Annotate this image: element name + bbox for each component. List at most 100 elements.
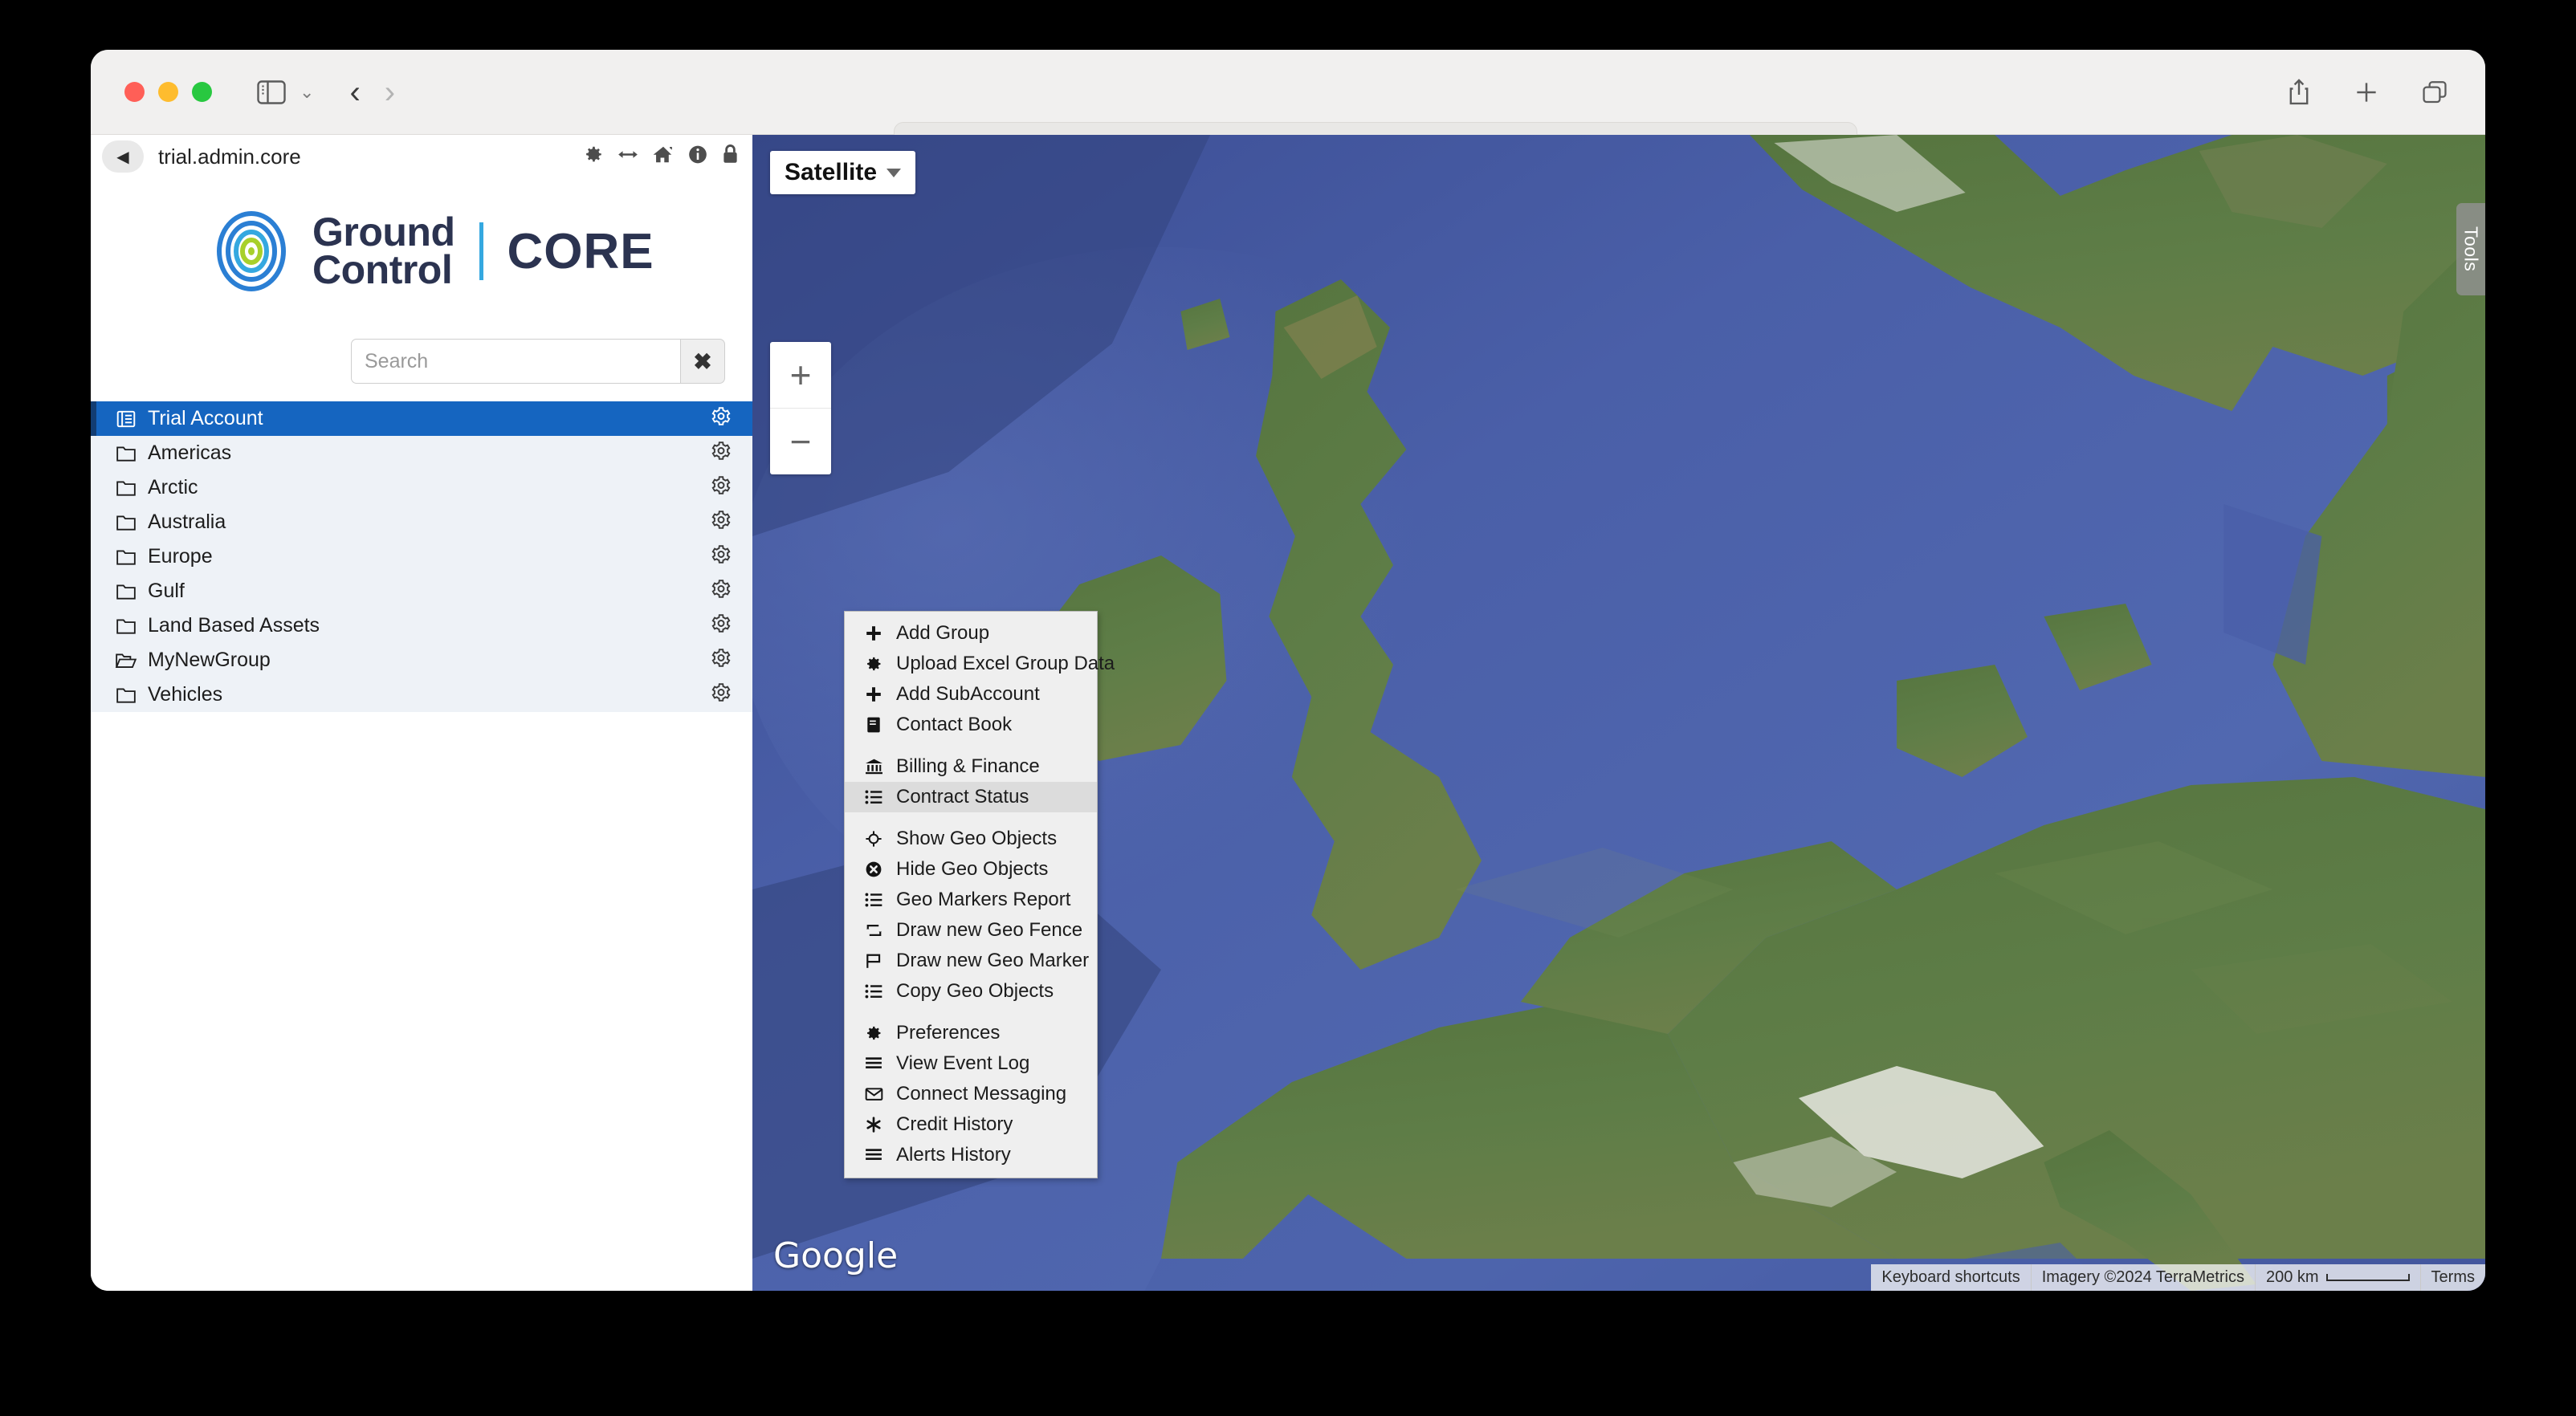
menu-item-label: Add SubAccount xyxy=(896,683,1040,705)
menu-item-label: Draw new Geo Fence xyxy=(896,919,1083,941)
menu-item-add-subaccount[interactable]: Add SubAccount xyxy=(845,679,1097,710)
gear-icon[interactable] xyxy=(711,440,732,466)
gear-icon xyxy=(859,655,888,673)
sidebar-header: ◀ trial.admin.core xyxy=(91,135,752,178)
menu-item-view-event-log[interactable]: View Event Log xyxy=(845,1048,1097,1079)
list-icon xyxy=(859,892,888,908)
page-title: trial.admin.core xyxy=(158,144,301,169)
share-icon[interactable] xyxy=(2286,78,2312,107)
menu-item-label: Alerts History xyxy=(896,1144,1011,1166)
gear-icon[interactable] xyxy=(711,578,732,604)
menu-item-label: Hide Geo Objects xyxy=(896,858,1049,880)
plus-icon xyxy=(859,625,888,642)
book-icon xyxy=(859,716,888,734)
tree-row-label: MyNewGroup xyxy=(148,649,271,671)
folder-icon xyxy=(113,444,139,463)
terms-link[interactable]: Terms xyxy=(2419,1264,2485,1291)
retweet-icon xyxy=(859,922,888,939)
gear-icon[interactable] xyxy=(711,509,732,535)
logo-brand-line1: Ground xyxy=(312,209,455,254)
account-list-icon xyxy=(113,409,139,429)
browser-forward-button[interactable]: › xyxy=(385,76,395,108)
search-clear-button[interactable]: ✖ xyxy=(680,339,725,384)
menu-item-label: Connect Messaging xyxy=(896,1083,1067,1105)
menu-item-alerts-history[interactable]: Alerts History xyxy=(845,1140,1097,1170)
gear-icon[interactable] xyxy=(583,144,604,169)
menu-item-contact-book[interactable]: Contact Book xyxy=(845,710,1097,740)
chevron-down-icon[interactable]: ⌄ xyxy=(300,82,314,103)
menu-item-label: Show Geo Objects xyxy=(896,828,1058,849)
browser-toolbar-right xyxy=(2286,50,2448,135)
menu-item-contract-status[interactable]: Contract Status xyxy=(845,782,1097,812)
menu-item-label: View Event Log xyxy=(896,1052,1030,1074)
sidebar-back-button[interactable]: ◀ xyxy=(102,140,144,173)
envelope-icon xyxy=(859,1086,888,1102)
gear-icon[interactable] xyxy=(711,543,732,570)
gear-icon[interactable] xyxy=(711,405,732,432)
lock-icon[interactable] xyxy=(721,144,740,169)
map-attribution-bar: Keyboard shortcuts Imagery ©2024 TerraMe… xyxy=(1871,1264,2485,1291)
arrows-left-right-icon[interactable] xyxy=(617,144,639,169)
tree-row-americas[interactable]: Americas xyxy=(91,436,752,470)
search-input[interactable] xyxy=(351,339,680,384)
logo-divider xyxy=(479,222,483,280)
tree-row-europe[interactable]: Europe xyxy=(91,539,752,574)
tree-row-gulf[interactable]: Gulf xyxy=(91,574,752,608)
menu-item-draw-new-geo-fence[interactable]: Draw new Geo Fence xyxy=(845,915,1097,946)
map-type-label: Satellite xyxy=(785,159,878,185)
info-circle-icon[interactable] xyxy=(687,144,708,169)
account-context-menu: Add Group Upload Excel Group Data Add Su… xyxy=(844,611,1115,1178)
plus-icon xyxy=(859,686,888,703)
circle-x-icon xyxy=(859,861,888,878)
menu-item-copy-geo-objects[interactable]: Copy Geo Objects xyxy=(845,976,1097,1007)
menu-item-upload-excel-group-data[interactable]: Upload Excel Group Data xyxy=(845,649,1115,679)
keyboard-shortcuts-button[interactable]: Keyboard shortcuts xyxy=(1871,1264,2030,1291)
menu-item-label: Preferences xyxy=(896,1022,1001,1044)
menu-item-label: Copy Geo Objects xyxy=(896,980,1054,1002)
folder-icon xyxy=(113,616,139,636)
zoom-in-button[interactable]: + xyxy=(770,342,831,408)
tree-row-trial-account[interactable]: Trial Account xyxy=(91,401,752,436)
home-icon[interactable] xyxy=(652,144,675,169)
logo-product-name: CORE xyxy=(507,223,654,279)
minimize-window-button[interactable] xyxy=(158,82,178,102)
menu-item-credit-history[interactable]: Credit History xyxy=(845,1109,1097,1140)
menu-item-geo-markers-report[interactable]: Geo Markers Report xyxy=(845,885,1097,915)
tree-row-australia[interactable]: Australia xyxy=(91,505,752,539)
browser-navigation: ‹ › xyxy=(349,76,395,108)
tree-row-label: Australia xyxy=(148,511,226,533)
window-traffic-lights xyxy=(124,82,212,102)
map-type-button[interactable]: Satellite xyxy=(770,151,916,194)
imagery-credit: Imagery ©2024 TerraMetrics xyxy=(2030,1264,2255,1291)
sidebar-toggle-icon[interactable] xyxy=(257,79,286,104)
tab-overview-icon[interactable] xyxy=(2421,79,2448,105)
tree-row-mynewgroup[interactable]: MyNewGroup xyxy=(91,643,752,677)
menu-item-show-geo-objects[interactable]: Show Geo Objects xyxy=(845,824,1097,854)
menu-item-label: Geo Markers Report xyxy=(896,889,1071,910)
menu-item-hide-geo-objects[interactable]: Hide Geo Objects xyxy=(845,854,1097,885)
zoom-out-button[interactable]: − xyxy=(770,409,831,474)
folder-icon xyxy=(113,513,139,532)
gear-icon[interactable] xyxy=(711,612,732,639)
tree-row-land-based-assets[interactable]: Land Based Assets xyxy=(91,608,752,643)
tree-row-label: Americas xyxy=(148,441,232,464)
close-window-button[interactable] xyxy=(124,82,145,102)
gear-icon[interactable] xyxy=(711,647,732,673)
menu-item-preferences[interactable]: Preferences xyxy=(845,1018,1097,1048)
browser-back-button[interactable]: ‹ xyxy=(349,76,360,108)
menu-item-label: Billing & Finance xyxy=(896,755,1040,777)
tree-row-arctic[interactable]: Arctic xyxy=(91,470,752,505)
menu-item-connect-messaging[interactable]: Connect Messaging xyxy=(845,1079,1097,1109)
menu-item-draw-new-geo-marker[interactable]: Draw new Geo Marker xyxy=(845,946,1097,976)
gear-icon xyxy=(859,1024,888,1042)
tools-tab[interactable]: Tools xyxy=(2456,203,2485,295)
menu-separator xyxy=(845,740,1097,751)
tree-row-vehicles[interactable]: Vehicles xyxy=(91,677,752,712)
gear-icon[interactable] xyxy=(711,474,732,501)
account-tree: Trial Account Americas Arctic Australia … xyxy=(91,401,752,712)
maximize-window-button[interactable] xyxy=(192,82,212,102)
menu-item-billing-and-finance[interactable]: Billing & Finance xyxy=(845,751,1097,782)
gear-icon[interactable] xyxy=(711,682,732,708)
new-tab-plus-icon[interactable] xyxy=(2354,79,2379,105)
menu-item-add-group[interactable]: Add Group xyxy=(845,618,1097,649)
